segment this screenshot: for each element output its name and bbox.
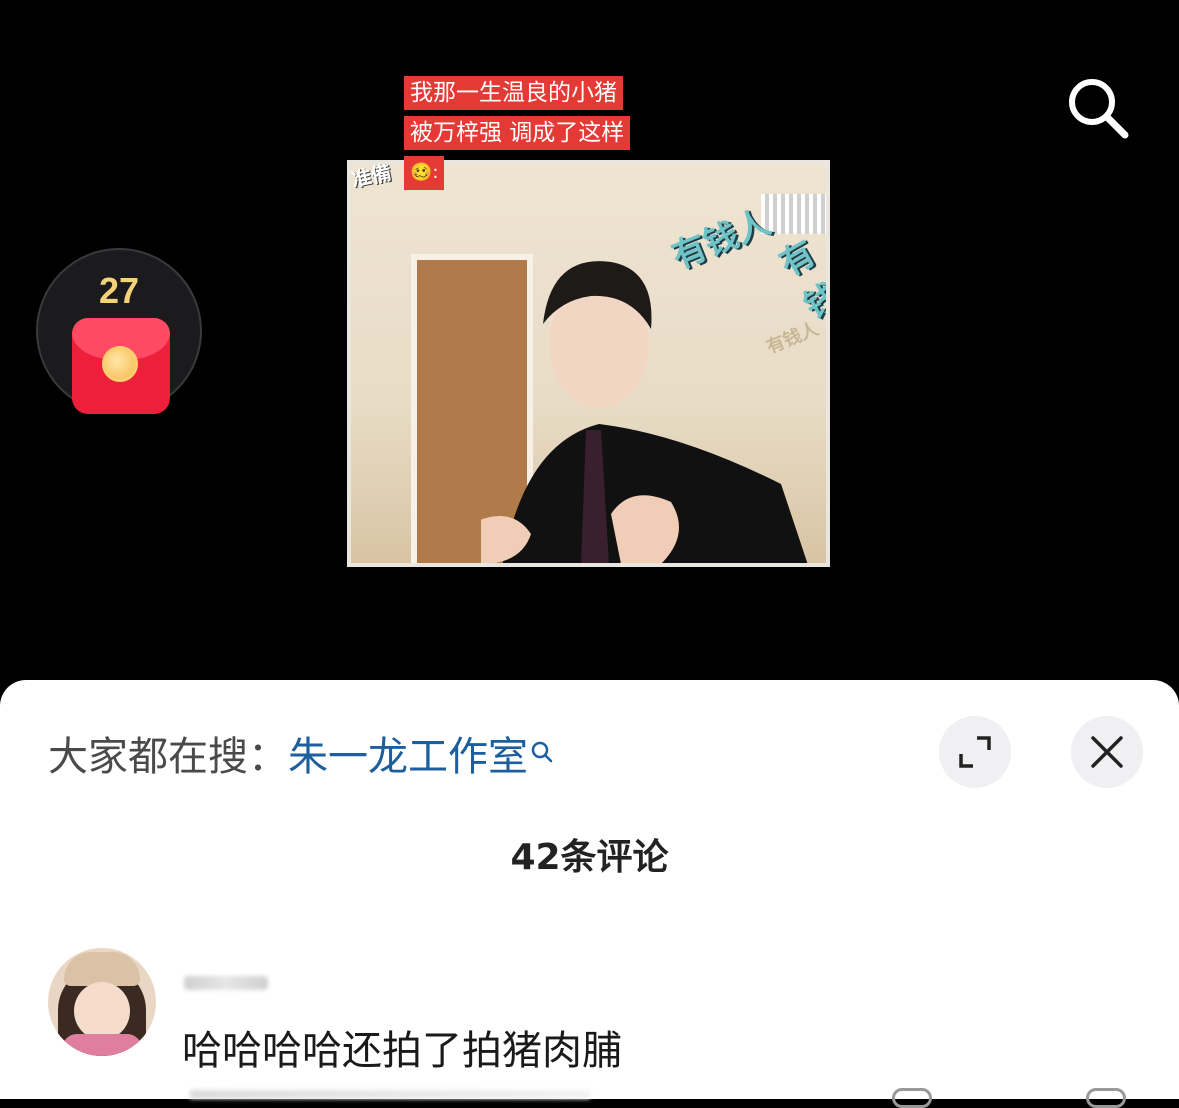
comment-count: 42条评论: [510, 837, 669, 878]
hot-search-keyword[interactable]: 朱一龙工作室: [288, 734, 528, 780]
person-figure: [481, 261, 808, 563]
red-packet-count: 27: [98, 270, 140, 311]
expand-button[interactable]: [939, 716, 1011, 788]
video-player[interactable]: 27 准備 有钱人 有钱 有钱人 我那一生温良的小猪 被万梓强 调成了这样 🥴:: [0, 0, 1179, 700]
close-icon: [1091, 736, 1123, 768]
comment-text: 哈哈哈哈还拍了拍猪肉脯: [182, 1028, 622, 1074]
comment-sheet: 大家都在搜：朱一龙工作室 42条评论 哈哈哈哈还拍了拍猪肉脯: [0, 680, 1179, 1099]
search-icon: [1069, 79, 1129, 139]
red-packet-widget[interactable]: 27: [36, 248, 202, 414]
search-button[interactable]: [1058, 68, 1138, 148]
caption-line: 我那一生温良的小猪: [404, 76, 623, 110]
like-icon[interactable]: [892, 1088, 932, 1108]
avatar[interactable]: [48, 948, 156, 1056]
close-button[interactable]: [1071, 716, 1143, 788]
hot-search-bar[interactable]: 大家都在搜：朱一龙工作室: [48, 724, 554, 782]
username-blurred[interactable]: [184, 976, 268, 990]
caption-line: 被万梓强 调成了这样: [404, 116, 631, 150]
red-envelope-icon: [72, 318, 170, 414]
video-frame: 准備 有钱人 有钱 有钱人: [347, 160, 830, 567]
mini-search-icon: [530, 728, 554, 774]
next-comment-partial: [190, 1090, 590, 1099]
like-icon[interactable]: [1086, 1088, 1126, 1108]
video-caption: 我那一生温良的小猪 被万梓强 调成了这样 🥴:: [404, 76, 631, 196]
caption-line: 🥴:: [404, 156, 445, 190]
expand-icon: [959, 736, 991, 768]
hot-search-prefix: 大家都在搜：: [48, 734, 288, 780]
